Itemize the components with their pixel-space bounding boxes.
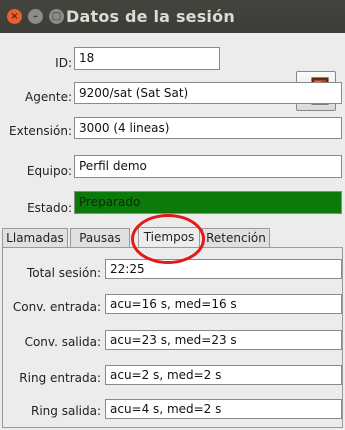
session-panel: ID: 18 Agente: 9200/sat (Sat Sat) Extens…	[0, 33, 345, 430]
extension-label: Extensión:	[9, 124, 72, 138]
estado-label: Estado:	[27, 201, 72, 215]
equipo-label: Equipo:	[26, 164, 72, 178]
minimize-button[interactable]: –	[28, 9, 43, 24]
conv-salida-label: Conv. salida:	[24, 335, 101, 349]
maximize-button[interactable]: □	[49, 9, 64, 24]
id-label: ID:	[55, 56, 72, 70]
total-sesion-field[interactable]: 22:25	[105, 259, 342, 279]
equipo-field[interactable]: Perfil demo	[74, 155, 342, 178]
tab-llamadas[interactable]: Llamadas	[2, 228, 68, 247]
title-bar: × – □ Datos de la sesión	[0, 0, 345, 33]
ring-entrada-label: Ring entrada:	[19, 371, 101, 385]
tab-retencion[interactable]: Retención	[202, 228, 270, 247]
ring-salida-label: Ring salida:	[31, 404, 101, 418]
total-sesion-label: Total sesión:	[26, 266, 101, 280]
id-field[interactable]: 18	[74, 47, 220, 70]
ring-entrada-field[interactable]: acu=2 s, med=2 s	[105, 365, 342, 385]
estado-status-field: Preparado	[74, 191, 342, 214]
tab-pausas[interactable]: Pausas	[70, 228, 130, 247]
conv-entrada-label: Conv. entrada:	[12, 300, 101, 314]
conv-entrada-field[interactable]: acu=16 s, med=16 s	[105, 294, 342, 314]
agente-field[interactable]: 9200/sat (Sat Sat)	[74, 82, 342, 104]
extension-field[interactable]: 3000 (4 lineas)	[74, 117, 342, 139]
window-title: Datos de la sesión	[66, 7, 235, 26]
close-button[interactable]: ×	[7, 9, 22, 24]
ring-salida-field[interactable]: acu=4 s, med=2 s	[105, 399, 342, 419]
highlight-circle-annotation	[131, 214, 205, 264]
conv-salida-field[interactable]: acu=23 s, med=23 s	[105, 330, 342, 350]
agente-label: Agente:	[25, 90, 72, 104]
